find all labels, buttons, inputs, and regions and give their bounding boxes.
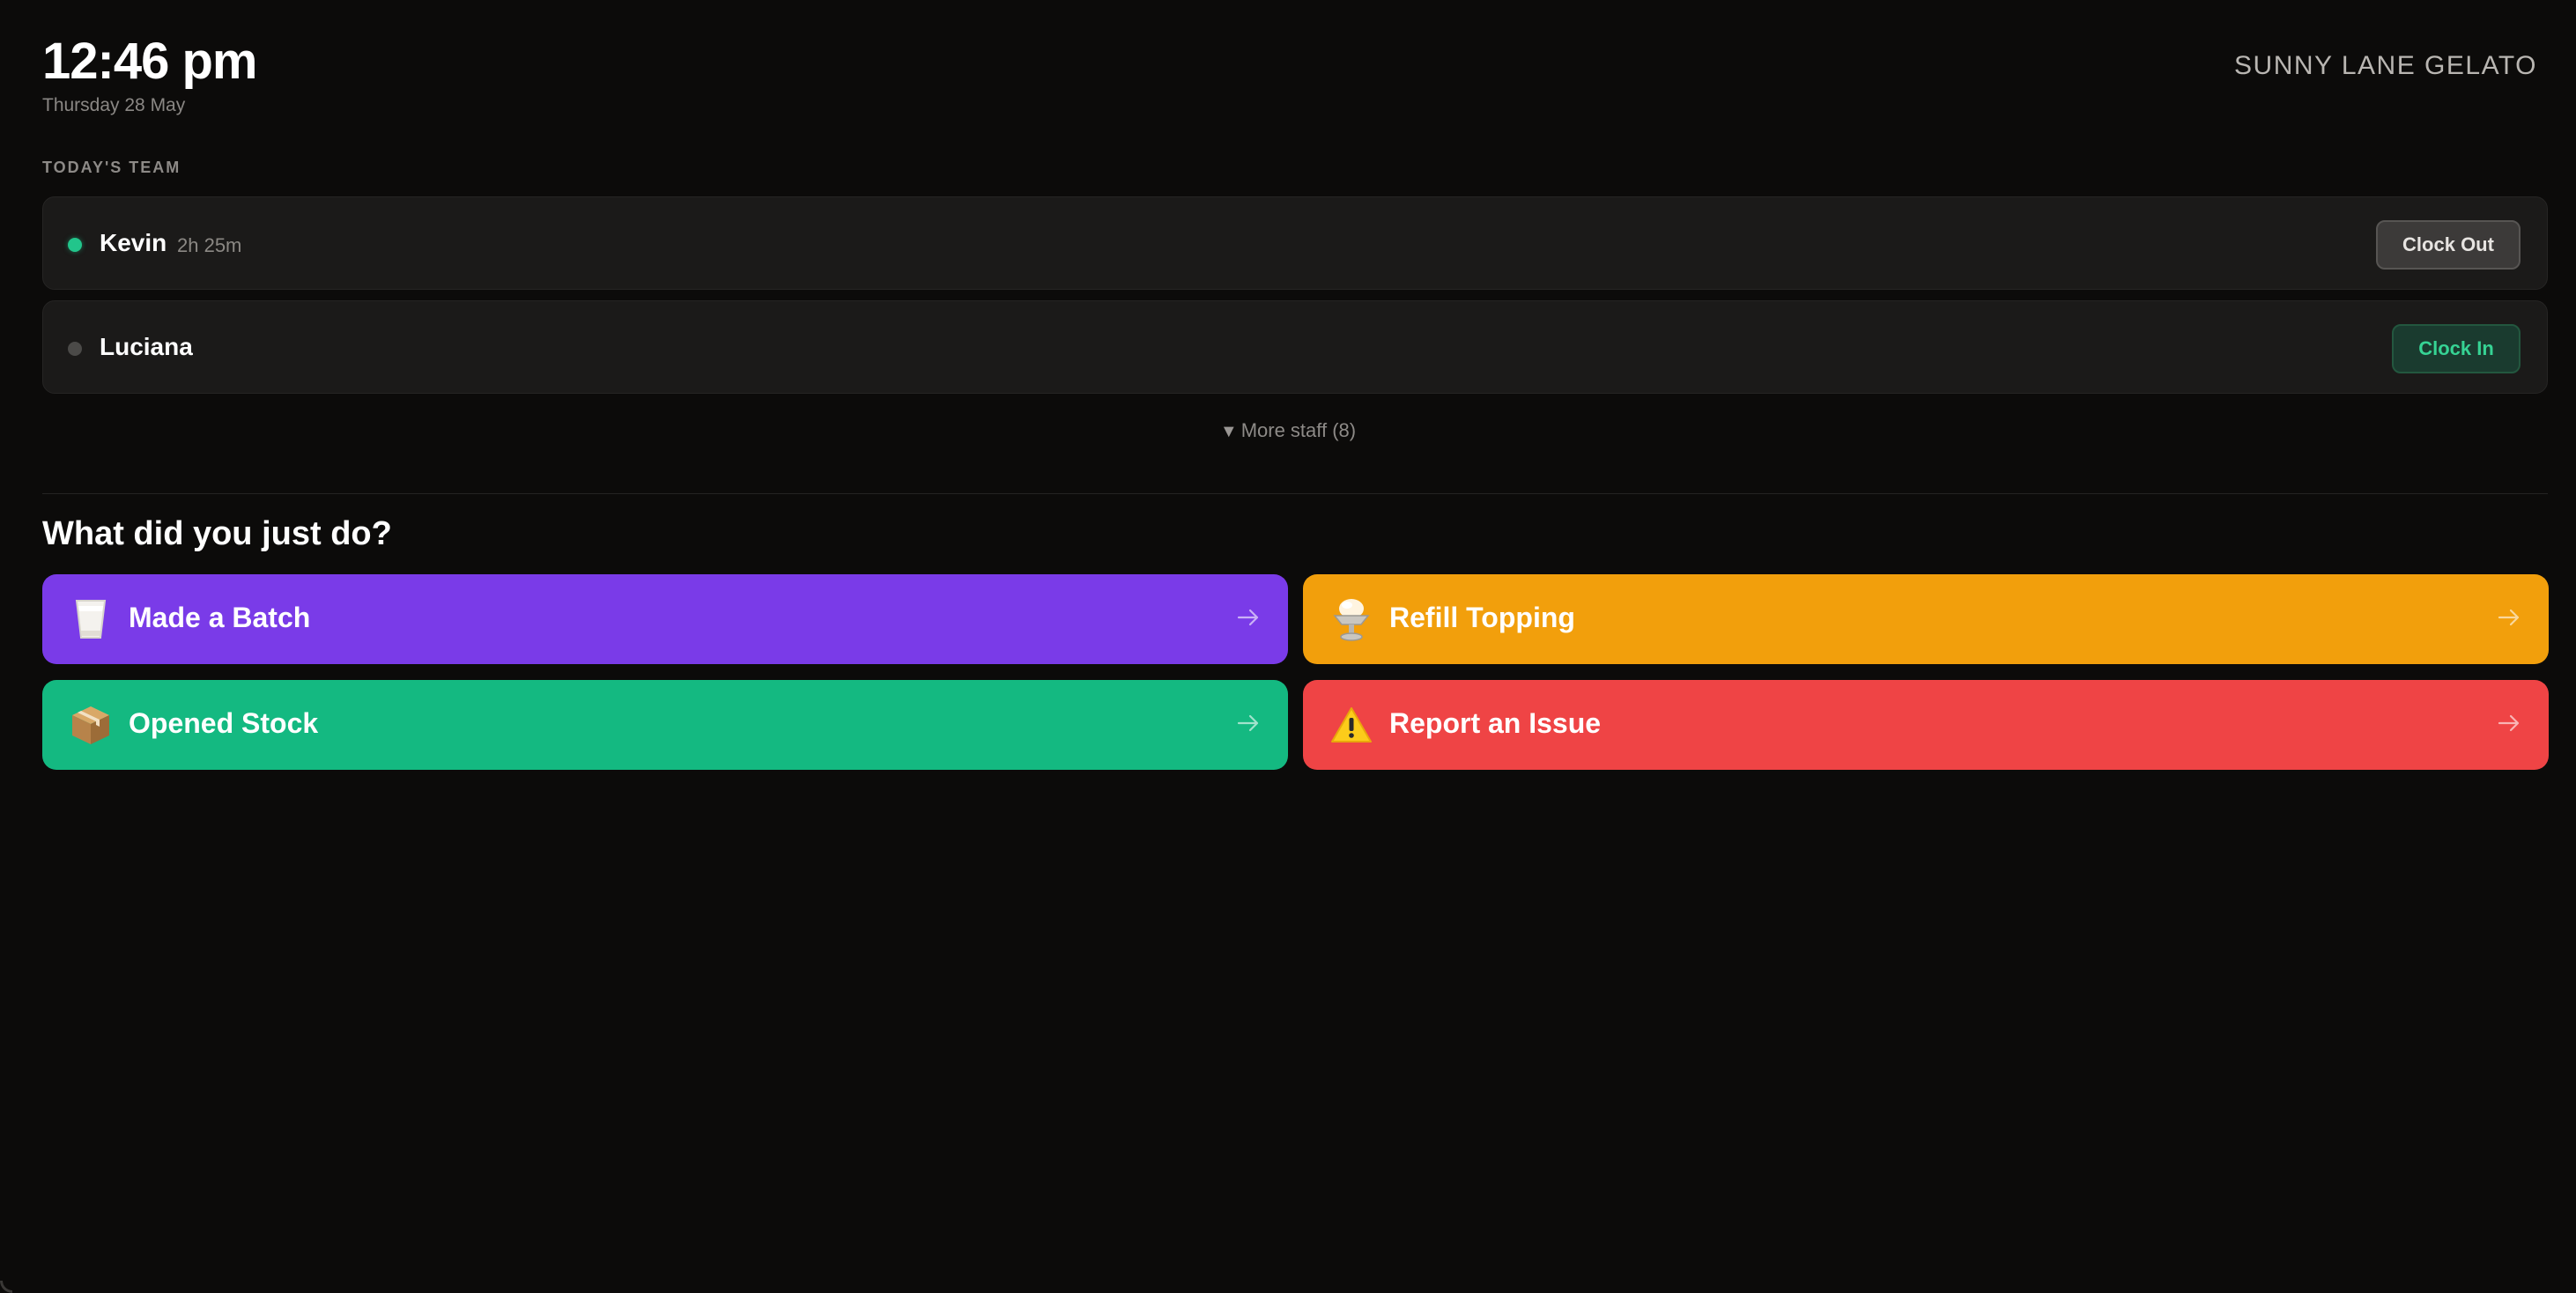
- action-label: Opened Stock: [129, 707, 319, 739]
- triangle-down-icon: ▼: [1219, 422, 1238, 441]
- report-an-issue-button[interactable]: Report an Issue: [1303, 680, 2549, 770]
- header: 12:46 pm Thursday 28 May SUNNY LANE GELA…: [42, 32, 2537, 120]
- refill-topping-button[interactable]: Refill Topping: [1303, 574, 2549, 664]
- action-label: Report an Issue: [1389, 707, 1602, 739]
- package-box-icon: [69, 701, 113, 749]
- arrow-right-icon: [1237, 609, 1259, 626]
- more-staff-toggle[interactable]: ▼ More staff (8): [0, 419, 2576, 442]
- inactive-status-dot: [68, 342, 82, 356]
- clock-out-button[interactable]: Clock Out: [2376, 220, 2520, 270]
- clock-in-button[interactable]: Clock In: [2392, 324, 2520, 373]
- staff-name: Luciana: [100, 333, 193, 360]
- action-label: Refill Topping: [1389, 602, 1575, 633]
- arrow-right-icon: [2498, 609, 2520, 626]
- staff-row-kevin: Kevin 2h 25m Clock Out: [42, 196, 2548, 290]
- sundae-cup-icon: [1329, 595, 1373, 643]
- team-section-label: TODAY'S TEAM: [42, 159, 181, 176]
- warning-icon: [1329, 701, 1373, 749]
- current-time: 12:46 pm: [42, 33, 257, 90]
- actions-question: What did you just do?: [42, 515, 392, 552]
- arrow-right-icon: [1237, 714, 1259, 732]
- current-date: Thursday 28 May: [42, 95, 186, 115]
- staff-name: Kevin: [100, 229, 167, 256]
- opened-stock-button[interactable]: Opened Stock: [42, 680, 1288, 770]
- more-staff-label: More staff (8): [1240, 419, 1357, 441]
- brand-name: SUNNY LANE GELATO: [2234, 51, 2537, 80]
- active-status-dot: [68, 238, 82, 252]
- milk-glass-icon: [69, 595, 113, 643]
- made-a-batch-button[interactable]: Made a Batch: [42, 574, 1288, 664]
- section-divider: [42, 493, 2548, 494]
- arrow-right-icon: [2498, 714, 2520, 732]
- action-label: Made a Batch: [129, 602, 311, 633]
- app-screen: 12:46 pm Thursday 28 May SUNNY LANE GELA…: [0, 0, 2576, 1293]
- window-corner: [0, 1281, 12, 1293]
- staff-duration: 2h 25m: [177, 234, 242, 256]
- staff-row-luciana: Luciana Clock In: [42, 300, 2548, 394]
